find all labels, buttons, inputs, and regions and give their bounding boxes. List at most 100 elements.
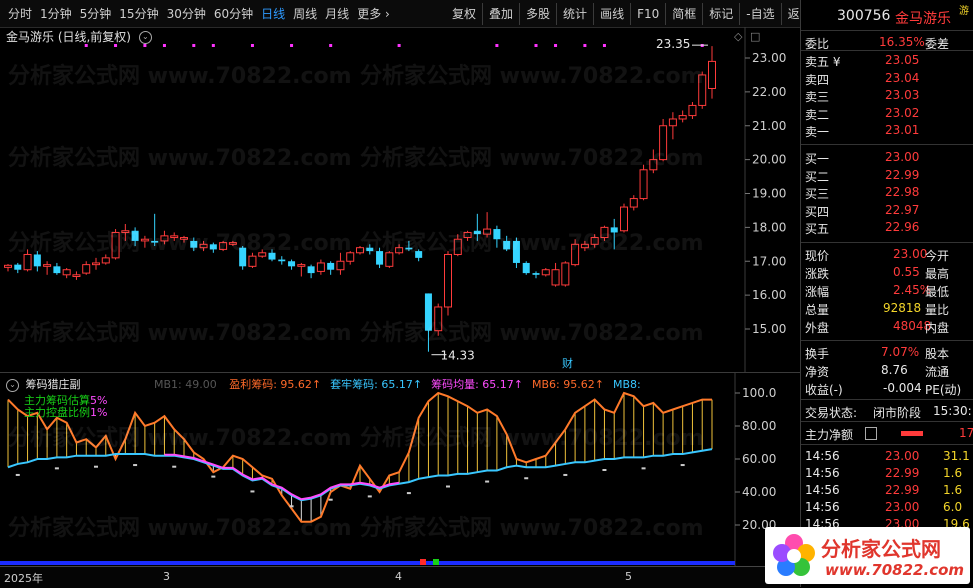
candle-body-down — [473, 230, 481, 235]
period-tab-8[interactable]: 月线 — [321, 3, 353, 25]
candle-body-up — [590, 237, 599, 245]
candle-body-up — [121, 230, 130, 233]
candle-body-up — [23, 253, 32, 271]
indicator-values: 盈利筹码: 95.62↑ 套牢筹码: 65.17↑ 筹码均量: 65.17↑ MB6:… — [220, 378, 640, 391]
candle-body-down — [532, 273, 540, 275]
candle-body-down — [503, 240, 511, 250]
candle-body-up — [228, 242, 237, 245]
period-tab-1[interactable]: 1分钟 — [36, 3, 76, 25]
tool-button-3[interactable]: 统计 — [557, 3, 595, 25]
stat2-value: 8.76 — [881, 363, 908, 377]
tool-button-8[interactable]: -自选 — [740, 3, 782, 25]
candle-body-down — [307, 266, 315, 274]
tool-button-2[interactable]: 多股 — [520, 3, 558, 25]
period-tab-6[interactable]: 日线 — [257, 3, 289, 25]
sell-price: 23.02 — [885, 105, 920, 120]
candle-body-down — [512, 240, 520, 263]
date-axis: 2025年 3 4 5 — [0, 566, 800, 588]
sub-y-tick-label: 80.00 — [742, 419, 776, 433]
logo-badge: 分析家公式网 www.70822.com — [765, 527, 970, 584]
profit-chip-line — [7, 391, 712, 523]
buy-price: 22.96 — [885, 220, 920, 234]
tool-button-6[interactable]: 简框 — [666, 3, 704, 25]
period-tab-9[interactable]: 更多 › — [353, 3, 394, 25]
candle-body-up — [571, 243, 580, 266]
stat2-label-right: 流通 — [925, 365, 950, 379]
main-net-label: 主力净额 — [805, 428, 854, 442]
purple-mark — [583, 44, 587, 47]
kline-svg: 23.00 22.00 21.00 20.00 19.00 18.00 17.00 16.00… — [4, 27, 786, 372]
period-tabs: 分时 1分钟 5分钟 15分钟 30分钟 60分钟 日线 周线 月线 更多 › — [4, 3, 394, 25]
chevron-down-icon[interactable]: ⌄ — [6, 378, 19, 392]
period-tab-3[interactable]: 15分钟 — [115, 3, 162, 25]
candle-body-up — [356, 247, 364, 254]
indicator-value-4: MB8: — [612, 378, 641, 391]
stat2-value: -0.004 — [883, 381, 922, 395]
candle-body-up — [336, 260, 345, 271]
stat-value: 92818 — [883, 301, 922, 315]
stat-label: 总量 — [805, 303, 830, 317]
stock-code: 300756 — [837, 8, 891, 24]
candle-body-up — [688, 104, 697, 117]
sell-level-label: 卖三 — [805, 90, 830, 104]
candle-body-up — [444, 253, 452, 308]
tool-button-5[interactable]: F10 — [631, 3, 667, 25]
tick-volume: 1.6 — [943, 466, 963, 480]
sell-price: 23.05 — [885, 53, 920, 67]
stock-name: 金马游乐 — [895, 11, 951, 27]
tool-button-7[interactable]: 标记 — [703, 3, 741, 25]
buy-price: 22.98 — [885, 185, 920, 199]
candle-body-down — [131, 230, 139, 241]
kline-chart-area[interactable]: 金马游乐 (日线,前复权) ⌄ ◇ □ 23.00 22.00 21.00 20.00… — [0, 27, 800, 372]
signal-strip — [0, 561, 735, 565]
candle-body-up — [639, 169, 648, 200]
period-tab-7[interactable]: 周线 — [289, 3, 321, 25]
period-tab-4[interactable]: 30分钟 — [163, 3, 210, 25]
period-tab-5[interactable]: 60分钟 — [210, 3, 257, 25]
stat2-label-right: PE(动) — [925, 383, 962, 397]
y-tick-label: 19.00 — [752, 187, 786, 201]
purple-mark — [250, 44, 254, 47]
candle-body-down — [151, 240, 159, 243]
period-tab-2[interactable]: 5分钟 — [76, 3, 116, 25]
signal-mark — [524, 477, 529, 480]
period-tab-0[interactable]: 分时 — [4, 3, 36, 25]
y-tick-label: 16.00 — [752, 288, 786, 302]
indicator-svg: 100.080.0060.0040.0020.00 — [0, 373, 776, 567]
purple-mark — [397, 44, 401, 47]
tool-button-0[interactable]: 复权 — [446, 3, 484, 25]
tool-button-1[interactable]: 叠加 — [483, 3, 521, 25]
buy-price: 22.97 — [885, 202, 920, 217]
indicator-value-3: MB6: 95.62↑ — [532, 378, 604, 391]
sub-y-tick-label: 40.00 — [742, 485, 776, 499]
candle-body-up — [561, 262, 570, 286]
tool-button-4[interactable]: 画线 — [594, 3, 632, 25]
candle-body-up — [649, 159, 658, 171]
main-net-value: 17 — [959, 426, 973, 440]
indicator-panel[interactable]: 100.0 80.00 60.00 40.00 20.00 ⌄ 筹码猎庄副 MB1: 4… — [0, 372, 800, 567]
candle-body-up — [72, 274, 81, 277]
candle-body-down — [366, 247, 374, 252]
candle-body-up — [395, 247, 404, 254]
signal-mark — [211, 475, 216, 478]
stat2-label: 净资 — [805, 365, 830, 379]
sub-y-tick-label: 60.00 — [742, 452, 776, 466]
signal-mark — [406, 492, 411, 495]
date-label-year: 2025年 — [4, 572, 43, 585]
signal-mark — [94, 465, 98, 468]
stat2-label-right: 股本 — [925, 347, 950, 361]
trade-status: 闭市阶段 — [873, 406, 922, 420]
purple-mark — [554, 44, 558, 47]
sub-y-tick-label: 100.0 — [742, 386, 776, 400]
stat2-value: 7.07% — [881, 345, 920, 359]
fin-report-marker: 财 — [562, 356, 573, 370]
stat-value: 23.00 — [893, 247, 928, 261]
signal-mark — [602, 469, 607, 471]
candle-body-up — [678, 115, 687, 120]
candle-body-down — [53, 266, 61, 274]
candle-body-down — [424, 293, 432, 331]
list-icon[interactable] — [865, 427, 877, 440]
candle-body-up — [180, 237, 188, 240]
signal-mark — [328, 498, 333, 501]
sell-price: 23.01 — [885, 123, 920, 137]
